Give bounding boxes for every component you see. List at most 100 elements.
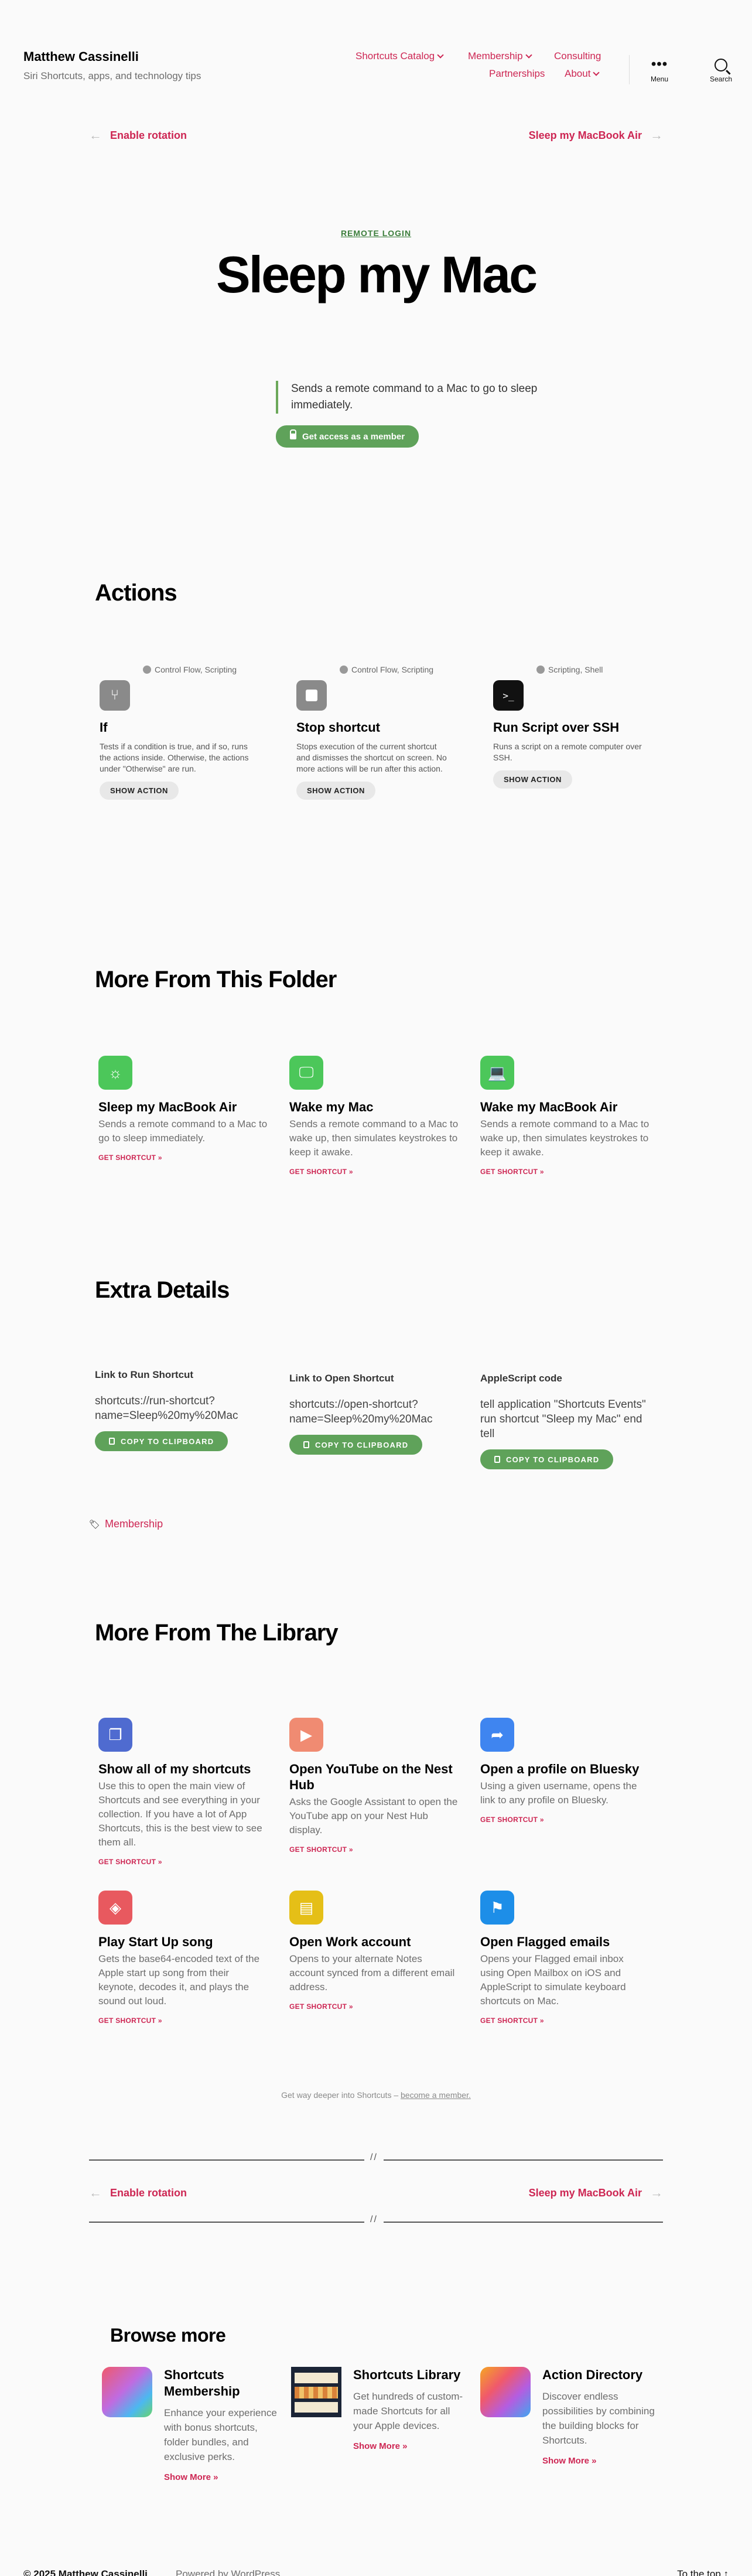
get-shortcut-link[interactable]: GET SHORTCUT » (98, 2017, 268, 2025)
action-card: Scripting, Shell >_ Run Script over SSH … (493, 665, 645, 789)
shortcut-card[interactable]: ⚑ Open Flagged emails Opens your Flagged… (480, 1891, 650, 2025)
terminal-icon: >_ (493, 680, 524, 711)
nav-item-about[interactable]: About (565, 68, 600, 80)
site-title[interactable]: Matthew Cassinelli (23, 49, 139, 64)
library-heading: More From The Library (95, 1620, 339, 1646)
shortcut-description: Using a given username, opens the link t… (480, 1780, 637, 1806)
shortcut-description: Opens your Flagged email inbox using Ope… (480, 1953, 626, 2007)
stack-icon: ◈ (98, 1891, 132, 1925)
copy-button[interactable]: COPY TO CLIPBOARD (289, 1435, 423, 1455)
shortcut-card[interactable]: 🖵 Wake my Mac Sends a remote command to … (289, 1056, 459, 1176)
to-top-link[interactable]: To the top ↑ (677, 2568, 729, 2576)
sun-icon: ☼ (98, 1056, 132, 1090)
shortcut-card[interactable]: 💻 Wake my MacBook Air Sends a remote com… (480, 1056, 650, 1176)
show-action-button[interactable]: SHOW ACTION (296, 782, 375, 800)
shortcut-card[interactable]: ➦ Open a profile on Bluesky Using a give… (480, 1718, 650, 1824)
browse-title[interactable]: Action Directory (542, 2367, 659, 2383)
nav-item-shortcuts-catalog[interactable]: Shortcuts Catalog (356, 50, 444, 62)
shortcut-description: Use this to open the main view of Shortc… (98, 1780, 262, 1848)
action-category: Control Flow, Scripting (351, 665, 434, 674)
shortcut-card[interactable]: ◈ Play Start Up song Gets the base64-enc… (98, 1891, 268, 2025)
copy-button[interactable]: COPY TO CLIPBOARD (95, 1431, 228, 1451)
shortcut-name[interactable]: Sleep my MacBook Air (98, 1099, 268, 1115)
copy-label: COPY TO CLIPBOARD (315, 1440, 409, 1449)
prev-post-link[interactable]: ← Enable rotation (89, 2185, 187, 2200)
tag-link[interactable]: Membership (105, 1518, 163, 1530)
next-post-link[interactable]: Sleep my MacBook Air → (529, 128, 663, 143)
search-button[interactable]: Search (706, 59, 736, 83)
next-post-link[interactable]: Sleep my MacBook Air → (529, 2185, 663, 2200)
nav-label: Shortcuts Catalog (356, 50, 435, 62)
shortcut-name[interactable]: Show all of my shortcuts (98, 1761, 268, 1777)
shortcut-card[interactable]: ☼ Sleep my MacBook Air Sends a remote co… (98, 1056, 268, 1162)
prev-post-title: Enable rotation (110, 2186, 187, 2199)
clipboard-icon (494, 1456, 500, 1463)
nav-item-partnerships[interactable]: Partnerships (489, 68, 545, 80)
menu-button[interactable]: ••• Menu (648, 57, 671, 84)
show-more-link[interactable]: Show More » (164, 2472, 281, 2482)
detail-value: tell application "Shortcuts Events" run … (480, 1398, 646, 1440)
library-thumbnail (291, 2367, 341, 2417)
chevron-down-icon (593, 69, 600, 76)
site-description: Siri Shortcuts, apps, and technology tip… (23, 70, 201, 81)
get-access-button[interactable]: Get access as a member (276, 425, 419, 448)
chevron-down-icon (437, 52, 444, 59)
post-tags: 🏷 Membership (89, 1518, 163, 1530)
action-name: Run Script over SSH (493, 720, 620, 735)
browse-description: Get hundreds of custom-made Shortcuts fo… (353, 2391, 463, 2431)
clipboard-icon (303, 1441, 309, 1448)
shortcut-name[interactable]: Open Work account (289, 1934, 459, 1950)
shortcut-card[interactable]: ▤ Open Work account Opens to your altern… (289, 1891, 459, 2011)
flag-icon: ⚑ (480, 1891, 514, 1925)
search-label: Search (709, 75, 733, 83)
become-member-link[interactable]: become a member. (401, 2090, 471, 2100)
nav-label: Partnerships (489, 68, 545, 79)
nav-item-membership[interactable]: Membership (468, 50, 532, 62)
show-more-link[interactable]: Show More » (353, 2441, 470, 2451)
branch-icon: ⑂ (100, 680, 130, 711)
show-action-button[interactable]: SHOW ACTION (100, 782, 179, 800)
next-post-title: Sleep my MacBook Air (528, 2186, 642, 2199)
extra-detail: Link to Run Shortcut shortcuts://run-sho… (95, 1369, 271, 1451)
arrow-left-icon: ← (89, 2185, 102, 2200)
browse-title[interactable]: Shortcuts Library (353, 2367, 470, 2383)
detail-label: Link to Run Shortcut (95, 1369, 194, 1380)
extra-heading: Extra Details (95, 1277, 230, 1303)
prev-post-link[interactable]: ← Enable rotation (89, 128, 187, 143)
action-description: Stops execution of the current shortcut … (296, 742, 447, 773)
shortcut-description: Asks the Google Assistant to open the Yo… (289, 1796, 458, 1835)
play-icon: ▶ (289, 1718, 323, 1752)
actions-heading: Actions (95, 580, 177, 606)
category-link[interactable]: REMOTE LOGIN (0, 228, 752, 238)
detail-label: AppleScript code (480, 1373, 562, 1384)
get-shortcut-link[interactable]: GET SHORTCUT » (289, 1168, 459, 1176)
powered-by-link[interactable]: Powered by WordPress (176, 2568, 280, 2576)
show-more-link[interactable]: Show More » (542, 2456, 659, 2466)
show-action-button[interactable]: SHOW ACTION (493, 770, 572, 789)
gear-icon (536, 666, 545, 674)
shortcut-name[interactable]: Open Flagged emails (480, 1934, 650, 1950)
nav-label: About (565, 68, 591, 79)
detail-label: Link to Open Shortcut (289, 1373, 394, 1384)
get-shortcut-link[interactable]: GET SHORTCUT » (98, 1154, 268, 1162)
get-shortcut-link[interactable]: GET SHORTCUT » (98, 1858, 268, 1866)
shortcut-name[interactable]: Open a profile on Bluesky (480, 1761, 650, 1777)
get-shortcut-link[interactable]: GET SHORTCUT » (480, 1816, 650, 1824)
stop-icon (296, 680, 327, 711)
get-shortcut-link[interactable]: GET SHORTCUT » (289, 1845, 459, 1854)
shortcut-name[interactable]: Wake my MacBook Air (480, 1099, 650, 1115)
browse-title[interactable]: Shortcuts Membership (164, 2367, 281, 2400)
copy-button[interactable]: COPY TO CLIPBOARD (480, 1449, 614, 1469)
get-shortcut-link[interactable]: GET SHORTCUT » (480, 1168, 650, 1176)
nav-item-consulting[interactable]: Consulting (554, 50, 601, 62)
member-note: Get way deeper into Shortcuts – become a… (0, 2090, 752, 2100)
shortcut-card[interactable]: ❐ Show all of my shortcuts Use this to o… (98, 1718, 268, 1866)
shortcut-name[interactable]: Play Start Up song (98, 1934, 268, 1950)
copy-label: COPY TO CLIPBOARD (121, 1437, 214, 1446)
shortcut-name[interactable]: Open YouTube on the Nest Hub (289, 1761, 459, 1793)
extra-detail: AppleScript code tell application "Short… (480, 1373, 656, 1469)
shortcut-name[interactable]: Wake my Mac (289, 1099, 459, 1115)
get-shortcut-link[interactable]: GET SHORTCUT » (289, 2002, 459, 2011)
shortcut-card[interactable]: ▶ Open YouTube on the Nest Hub Asks the … (289, 1718, 459, 1854)
get-shortcut-link[interactable]: GET SHORTCUT » (480, 2017, 650, 2025)
